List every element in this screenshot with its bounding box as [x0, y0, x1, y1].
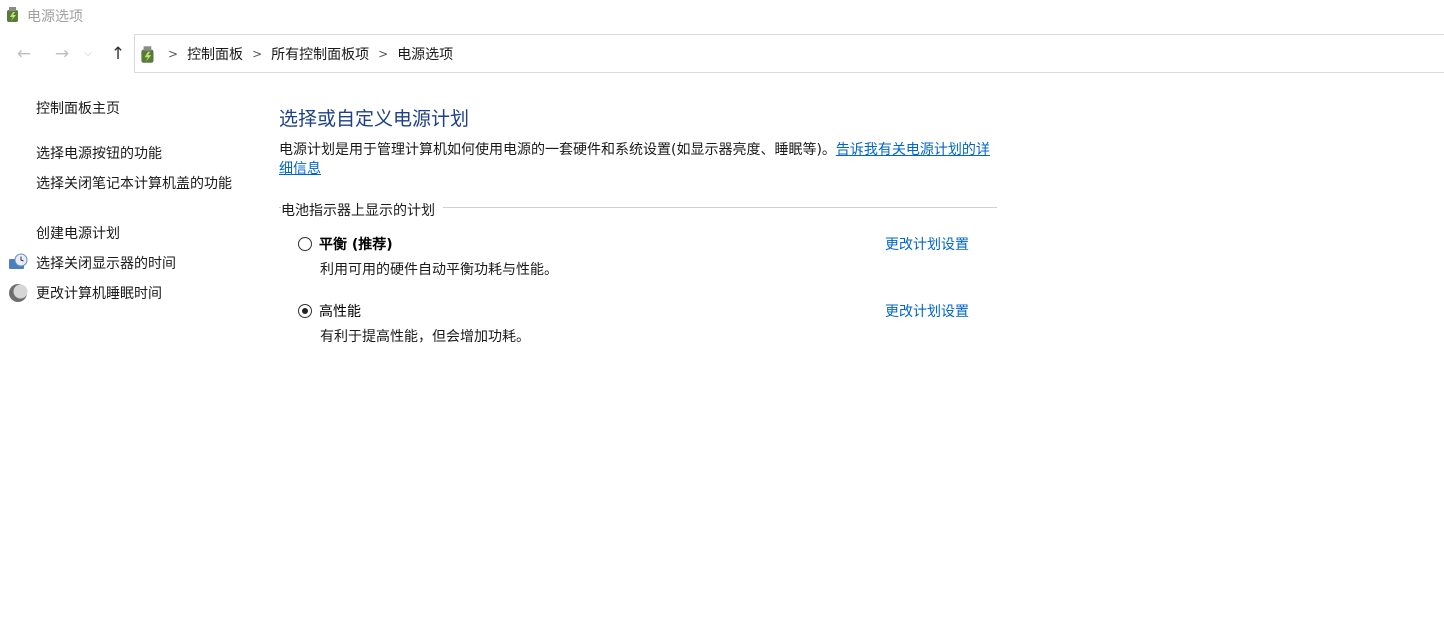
title-bar: 电源选项 [0, 0, 1444, 30]
breadcrumb-all-items[interactable]: 所有控制面板项 [271, 44, 369, 64]
plan-description: 有利于提高性能，但会增加功耗。 [320, 329, 530, 345]
sidebar-control-panel-home[interactable]: 控制面板主页 [36, 99, 241, 119]
chevron-right-icon[interactable]: > [168, 47, 178, 61]
address-bar[interactable]: > 控制面板 > 所有控制面板项 > 电源选项 [134, 34, 1444, 73]
breadcrumb-control-panel[interactable]: 控制面板 [187, 44, 243, 64]
plan-description: 利用可用的硬件自动平衡功耗与性能。 [320, 262, 558, 278]
power-options-icon [141, 45, 154, 63]
chevron-right-icon[interactable]: > [252, 47, 262, 61]
breadcrumb-power-options[interactable]: 电源选项 [397, 44, 453, 64]
chevron-down-icon[interactable]: ⌵ [80, 34, 96, 73]
monitor-clock-icon [9, 253, 28, 269]
forward-arrow-icon[interactable]: → [50, 34, 74, 73]
change-plan-settings-link[interactable]: 更改计划设置 [885, 234, 969, 254]
sidebar-item-create-plan[interactable]: 创建电源计划 [36, 224, 241, 244]
navigation-bar: ← → ⌵ ↑ > 控制面板 > 所有控制面板项 > 电源选项 [0, 34, 1444, 73]
radio-high-performance[interactable] [298, 304, 312, 318]
plan-name[interactable]: 高性能 [319, 301, 361, 321]
chevron-right-icon[interactable]: > [378, 47, 388, 61]
up-arrow-icon[interactable]: ↑ [106, 34, 130, 73]
sidebar-item-power-button[interactable]: 选择电源按钮的功能 [36, 144, 241, 164]
plan-name[interactable]: 平衡 (推荐) [319, 234, 393, 254]
window-title: 电源选项 [27, 9, 83, 25]
sidebar-item-lid-close[interactable]: 选择关闭笔记本计算机盖的功能 [36, 174, 241, 194]
sidebar-item-display-off[interactable]: 选择关闭显示器的时间 [36, 254, 241, 274]
back-arrow-icon[interactable]: ← [12, 34, 36, 73]
page-description: 电源计划是用于管理计算机如何使用电源的一套硬件和系统设置(如显示器亮度、睡眠等)… [279, 141, 999, 179]
radio-balanced[interactable] [298, 237, 312, 251]
power-options-icon [7, 7, 18, 22]
sidebar-item-sleep-time[interactable]: 更改计算机睡眠时间 [36, 284, 241, 304]
change-plan-settings-link[interactable]: 更改计划设置 [885, 301, 969, 321]
moon-sleep-icon [9, 284, 28, 302]
page-title: 选择或自定义电源计划 [279, 108, 470, 130]
plan-group-label: 电池指示器上显示的计划 [281, 200, 443, 220]
description-text: 电源计划是用于管理计算机如何使用电源的一套硬件和系统设置(如显示器亮度、睡眠等)… [279, 142, 836, 158]
